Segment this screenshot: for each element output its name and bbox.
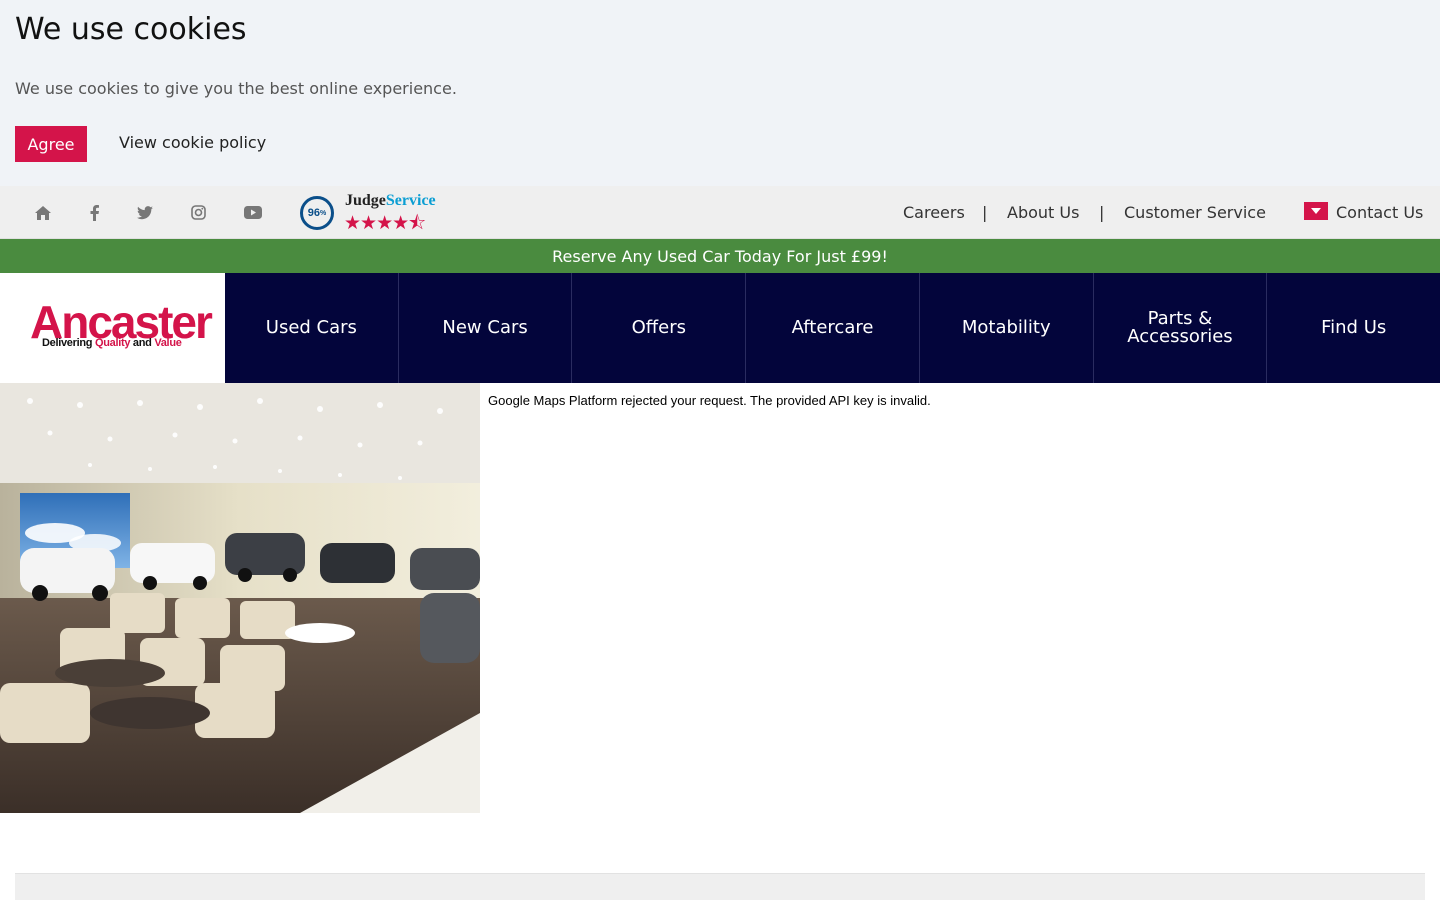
cookie-title: We use cookies [15,12,247,47]
customer-service-link[interactable]: Customer Service [1124,203,1266,222]
instagram-icon[interactable] [188,186,208,239]
home-icon[interactable] [30,186,56,239]
about-us-link[interactable]: About Us [1007,203,1079,222]
logo-tagline: Delivering Quality and Value [42,337,182,349]
judge-service-logo: JudgeService [345,192,436,209]
content-panel [15,873,1425,900]
promo-banner[interactable]: Reserve Any Used Car Today For Just £99! [0,239,1440,273]
cookie-banner: We use cookies We use cookies to give yo… [0,0,1440,186]
nav-parts-accessories[interactable]: Parts & Accessories [1094,273,1268,383]
chevron-down-icon[interactable] [1304,202,1328,220]
link-separator: | [982,203,988,222]
twitter-icon[interactable] [135,186,155,239]
judge-score: 96% [300,196,334,230]
nav-motability[interactable]: Motability [920,273,1094,383]
logo[interactable]: Ancaster Delivering Quality and Value [0,273,225,383]
youtube-icon[interactable] [242,186,264,239]
nav-find-us[interactable]: Find Us [1267,273,1440,383]
facebook-icon[interactable] [84,186,104,239]
nav-used-cars[interactable]: Used Cars [225,273,399,383]
contact-us-link[interactable]: Contact Us [1336,203,1423,222]
showroom-image [0,383,480,813]
map-panel[interactable]: Google Maps Platform rejected your reque… [480,383,1440,813]
judge-service-badge[interactable]: 96% JudgeService ★★★★⯪ [300,192,450,234]
nav-aftercare[interactable]: Aftercare [746,273,920,383]
rating-stars: ★★★★⯪ [344,213,426,234]
cookie-message: We use cookies to give you the best onli… [15,79,457,98]
site-header: Ancaster Delivering Quality and Value Us… [0,273,1440,383]
link-separator: | [1099,203,1105,222]
nav-offers[interactable]: Offers [572,273,747,383]
promo-text: Reserve Any Used Car Today For Just £99! [552,246,888,266]
main-nav: Used Cars New Cars Offers Aftercare Mota… [225,273,1440,383]
map-error-message: Google Maps Platform rejected your reque… [488,393,931,408]
agree-button[interactable]: Agree [15,126,87,162]
careers-link[interactable]: Careers [903,203,965,222]
cookie-policy-link[interactable]: View cookie policy [119,133,266,152]
nav-new-cars[interactable]: New Cars [399,273,573,383]
